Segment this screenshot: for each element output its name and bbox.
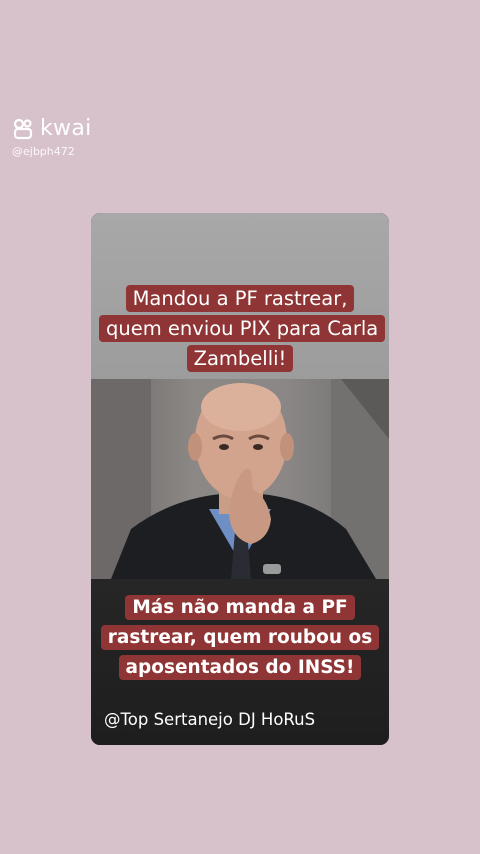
kwai-brand-text: kwai [40, 116, 92, 141]
video-frame[interactable]: Mandou a PF rastrear, quem enviou PIX pa… [91, 213, 389, 745]
credit-text: @Top Sertanejo DJ HoRuS [104, 710, 316, 729]
top-caption: Mandou a PF rastrear, quem enviou PIX pa… [99, 284, 386, 374]
kwai-watermark: kwai @ejbph472 [12, 116, 132, 158]
kwai-user-handle: @ejbph472 [12, 145, 75, 158]
kwai-logo-icon [13, 118, 33, 139]
bottom-caption-text: Más não manda a PF rastrear, quem roubou… [100, 595, 380, 680]
bottom-caption: Más não manda a PF rastrear, quem roubou… [99, 593, 381, 683]
man-portrait-illustration [91, 379, 389, 579]
portrait-photo [91, 379, 389, 579]
top-caption-text: Mandou a PF rastrear, quem enviou PIX pa… [99, 285, 386, 372]
